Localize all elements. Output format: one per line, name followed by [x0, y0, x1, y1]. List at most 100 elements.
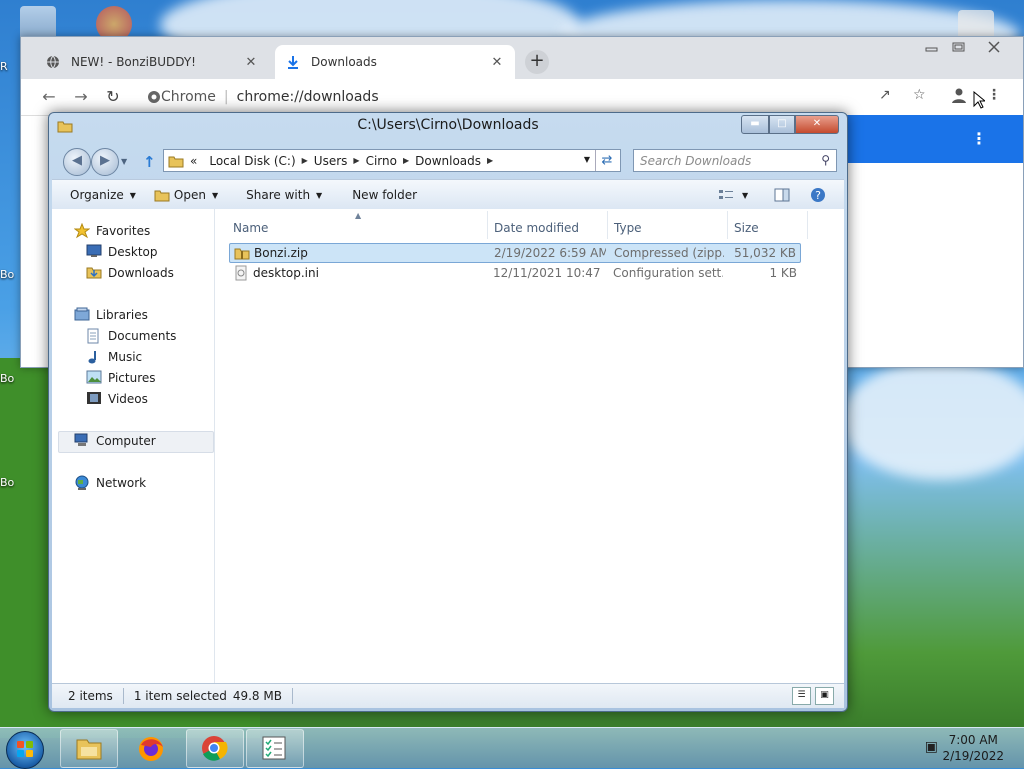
close-icon[interactable] [987, 41, 1001, 56]
preview-pane-button[interactable] [774, 180, 790, 210]
nav-item-downloads[interactable]: Downloads [86, 263, 174, 283]
back-arrow-icon[interactable]: ← [39, 87, 59, 107]
breadcrumb-arrow-icon[interactable]: ▶ [403, 156, 409, 165]
nav-item-music[interactable]: Music [86, 347, 142, 367]
share-with-button[interactable]: Share with ▼ [246, 188, 322, 202]
large-icons-view-icon[interactable]: ▣ [815, 687, 834, 705]
search-icon: ⚲ [821, 153, 830, 167]
column-header-type[interactable]: Type [614, 217, 642, 239]
organize-button[interactable]: Organize ▼ [70, 188, 136, 202]
desktop-icon-label[interactable]: Bo [0, 476, 14, 489]
documents-icon [86, 328, 102, 344]
profile-avatar-icon[interactable] [951, 87, 967, 107]
globe-icon [45, 54, 61, 70]
nav-item-network[interactable]: Network [74, 473, 146, 493]
downloads-menu-icon[interactable]: ⋮ [971, 129, 987, 148]
breadcrumb-overflow[interactable]: « [190, 154, 197, 168]
taskbar-firefox-button[interactable] [124, 729, 182, 768]
nav-label: Pictures [108, 371, 156, 385]
taskbar-clock[interactable]: 7:00 AM 2/19/2022 [942, 732, 1004, 764]
clock-time: 7:00 AM [948, 733, 998, 747]
help-icon: ? [811, 188, 825, 202]
nav-item-libraries[interactable]: Libraries [74, 305, 148, 325]
column-header-size[interactable]: Size [734, 217, 759, 239]
zip-folder-icon [234, 245, 250, 264]
nav-item-desktop[interactable]: Desktop [86, 242, 158, 262]
column-divider[interactable] [607, 211, 608, 239]
selection-count: 1 item selected [133, 689, 227, 703]
desktop-icon-label[interactable]: R [0, 60, 8, 73]
details-view-icon[interactable]: ☰ [792, 687, 811, 705]
settings-file-icon [233, 265, 249, 284]
file-type: Configuration sett... [613, 266, 723, 280]
breadcrumb-local-disk[interactable]: Local Disk (C:) [209, 154, 295, 168]
nav-item-computer[interactable]: Computer [74, 431, 156, 451]
file-size: 51,032 KB [734, 246, 796, 260]
caption-buttons: ▬ □ ✕ [741, 115, 839, 134]
column-divider[interactable] [727, 211, 728, 239]
back-button[interactable]: ◀ [63, 148, 91, 176]
breadcrumb-downloads[interactable]: Downloads [415, 154, 481, 168]
breadcrumb-arrow-icon[interactable]: ▶ [353, 156, 359, 165]
nav-item-videos[interactable]: Videos [86, 389, 148, 409]
nav-item-documents[interactable]: Documents [86, 326, 176, 346]
address-bar[interactable]: « Local Disk (C:) ▶ Users ▶ Cirno ▶ Downloa… [163, 149, 621, 172]
close-button[interactable]: ✕ [795, 115, 839, 134]
nav-item-pictures[interactable]: Pictures [86, 368, 156, 388]
minimize-icon[interactable] [925, 41, 939, 56]
breadcrumb-arrow-icon[interactable]: ▶ [487, 156, 493, 165]
bookmark-star-icon[interactable]: ☆ [913, 87, 926, 103]
breadcrumb-cirno[interactable]: Cirno [366, 154, 397, 168]
selection-size: 49.8 MB [232, 689, 282, 703]
column-header-date-modified[interactable]: Date modified [494, 217, 579, 239]
restore-icon[interactable] [951, 41, 967, 56]
share-icon[interactable]: ↗ [879, 87, 891, 103]
up-arrow-icon[interactable]: ↑ [143, 153, 156, 171]
change-view-button[interactable]: ▼ [718, 180, 748, 210]
refresh-icon[interactable]: ⇄ [595, 150, 618, 171]
forward-arrow-icon[interactable]: → [71, 87, 91, 107]
taskbar: ▣ 7:00 AM 2/19/2022 [0, 727, 1024, 769]
open-button[interactable]: Open ▼ [154, 188, 218, 202]
breadcrumb-arrow-icon[interactable]: ▶ [302, 156, 308, 165]
nav-label: Libraries [96, 308, 148, 322]
column-divider[interactable] [807, 211, 808, 239]
recent-pages-dropdown-icon[interactable]: ▼ [121, 157, 127, 166]
view-toggle: ☰ ▣ [792, 687, 834, 705]
nav-label: Videos [108, 392, 148, 406]
desktop-icon-label[interactable]: Bo [0, 372, 14, 385]
tab-bonzibuddy[interactable]: NEW! - BonziBUDDY! ✕ [35, 45, 269, 79]
taskbar-chrome-button[interactable] [186, 729, 244, 768]
help-button[interactable]: ? [810, 180, 826, 210]
svg-text:?: ? [815, 189, 821, 202]
desktop-icon-label[interactable]: Bo [0, 268, 14, 281]
search-input[interactable]: Search Downloads ⚲ [633, 149, 837, 172]
maximize-button[interactable]: □ [769, 115, 795, 134]
explorer-window: C:\Users\Cirno\Downloads ▬ □ ✕ ◀ ▶ ▼ ↑ «… [48, 112, 848, 712]
omnibox-chip: Chrome [161, 89, 216, 105]
omnibox[interactable]: Chrome | chrome://downloads [139, 84, 859, 110]
reload-icon[interactable]: ↻ [103, 87, 123, 107]
network-tray-icon[interactable]: ▣ [925, 739, 938, 755]
column-header-name[interactable]: Name [233, 217, 268, 239]
new-tab-button[interactable]: + [525, 50, 549, 74]
explorer-folder-icon [76, 739, 102, 760]
tab-close-icon[interactable]: ✕ [243, 55, 259, 70]
start-button[interactable] [6, 731, 44, 769]
breadcrumb-users[interactable]: Users [314, 154, 348, 168]
new-folder-button[interactable]: New folder [352, 188, 417, 202]
minimize-button[interactable]: ▬ [741, 115, 769, 134]
file-row-desktop-ini[interactable]: desktop.ini 12/11/2021 10:47 ... Configu… [229, 264, 801, 284]
tab-close-icon[interactable]: ✕ [489, 55, 505, 70]
url-text: chrome://downloads [236, 89, 379, 105]
kebab-menu-icon[interactable]: ⋮ [987, 87, 1001, 103]
music-note-icon [86, 349, 102, 365]
taskbar-explorer-button[interactable] [60, 729, 118, 768]
column-divider[interactable] [487, 211, 488, 239]
tab-downloads[interactable]: Downloads ✕ [275, 45, 515, 79]
nav-item-favorites[interactable]: Favorites [73, 221, 150, 241]
forward-button[interactable]: ▶ [91, 148, 119, 176]
taskbar-app-button[interactable] [246, 729, 304, 768]
address-dropdown-icon[interactable]: ▼ [584, 155, 590, 164]
file-row-bonzi-zip[interactable]: Bonzi.zip 2/19/2022 6:59 AM Compressed (… [229, 243, 801, 263]
